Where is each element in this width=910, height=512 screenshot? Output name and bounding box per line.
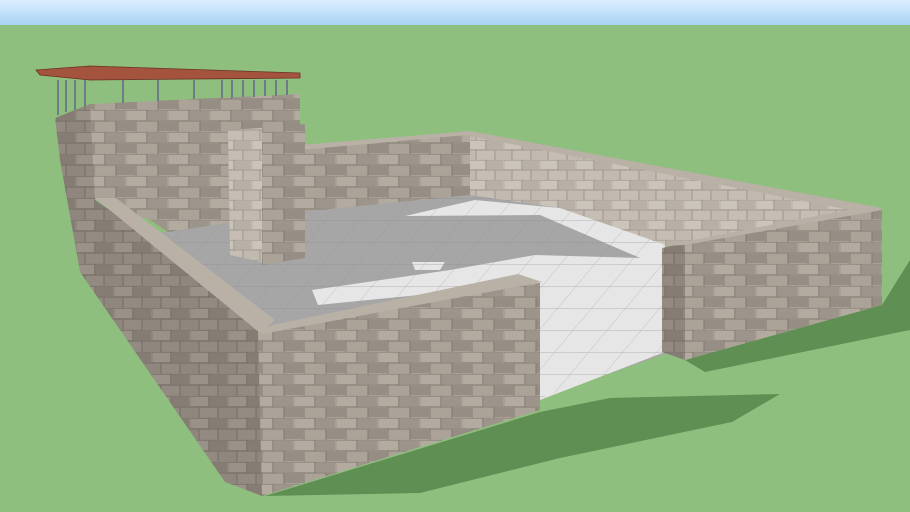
scene	[0, 0, 910, 512]
tower-pillar-front	[262, 124, 305, 265]
sky	[0, 0, 910, 25]
tower-pillar	[228, 128, 262, 262]
right-end-wall-side	[662, 243, 685, 360]
